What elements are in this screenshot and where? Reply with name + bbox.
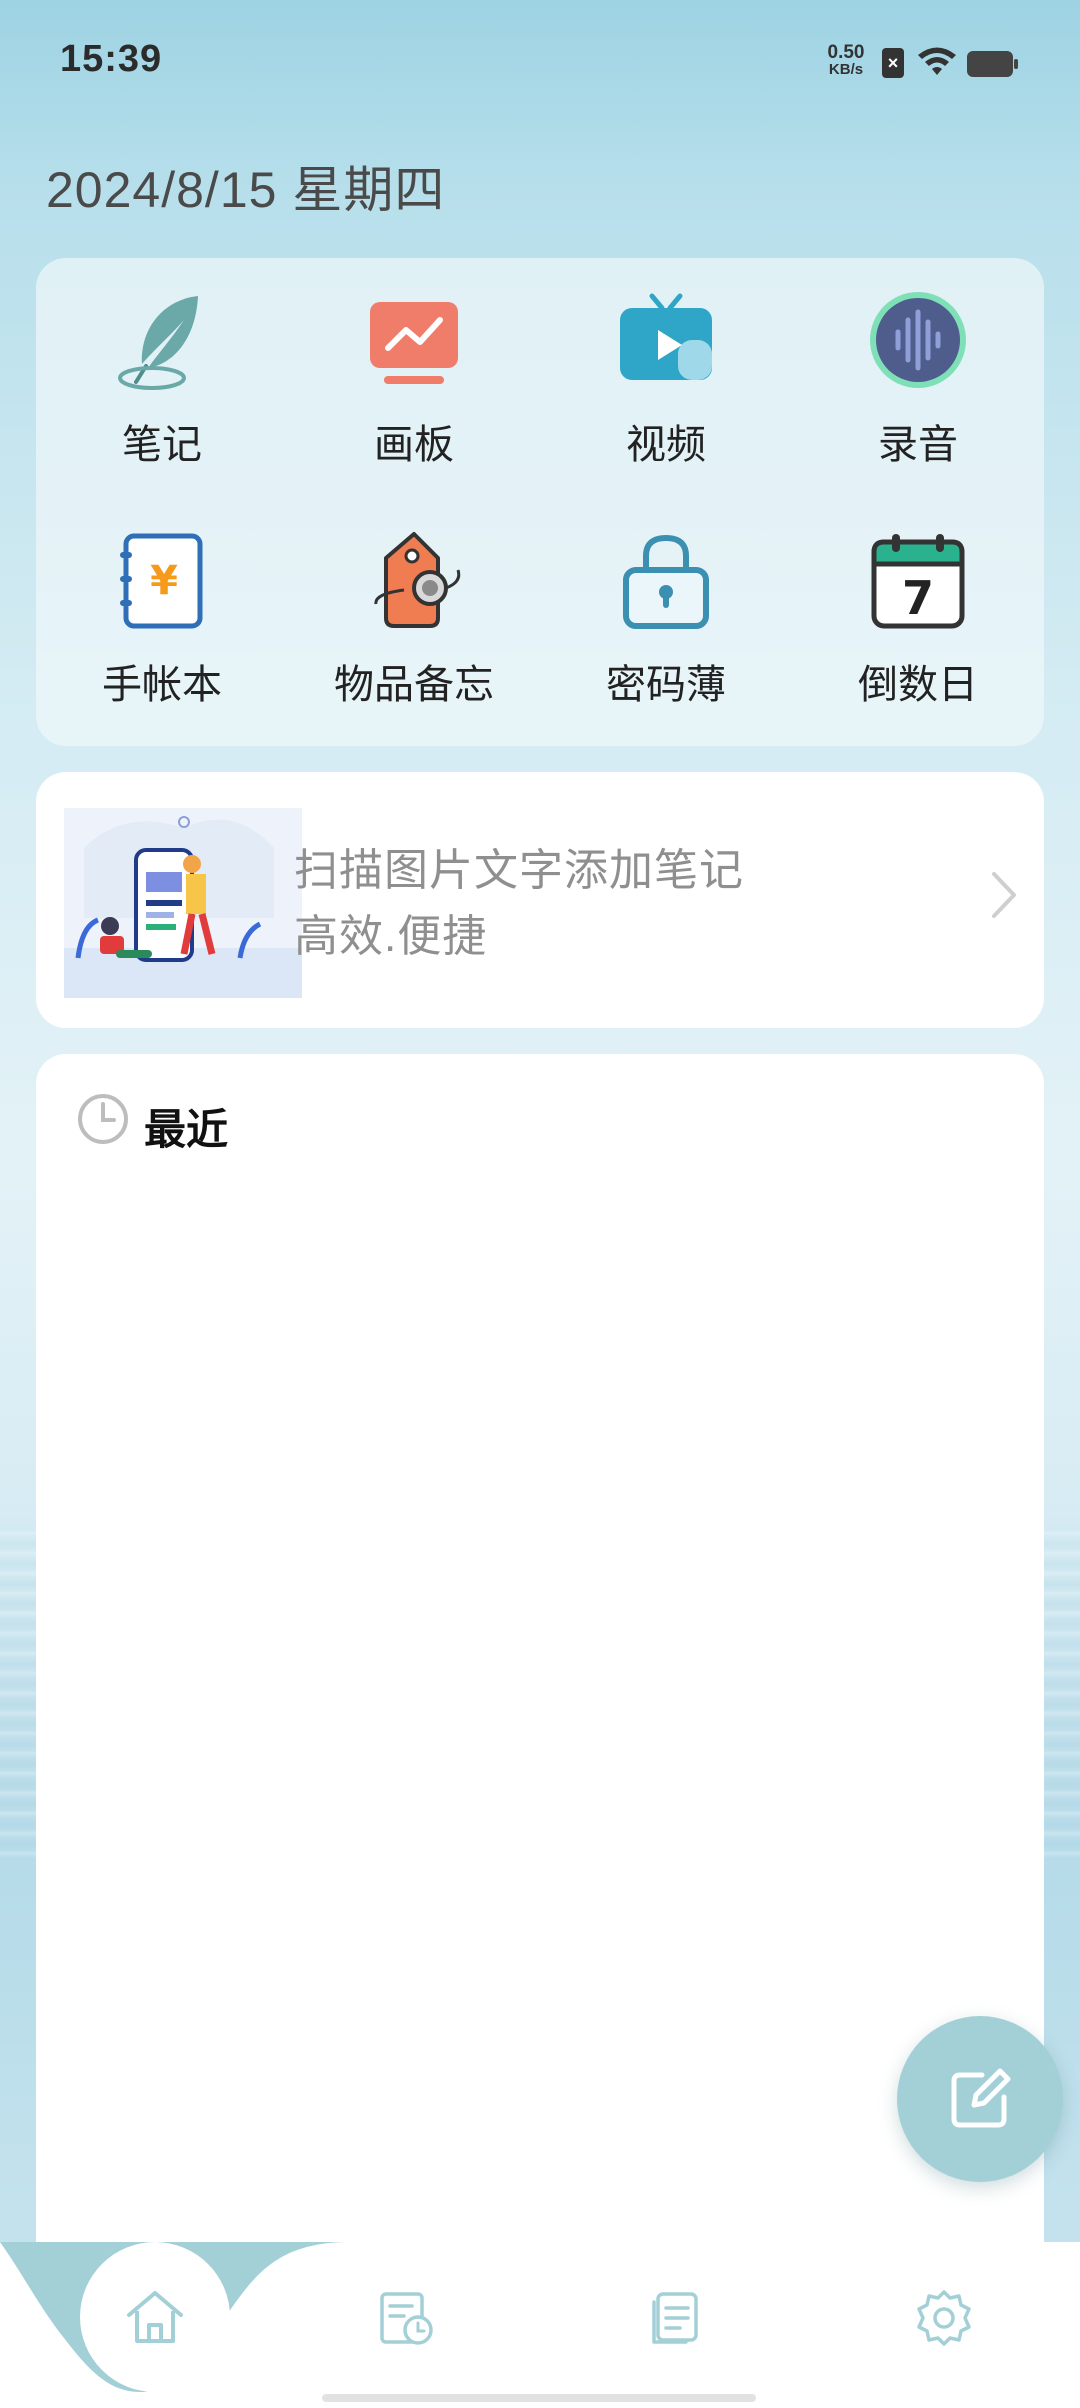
app-label: 倒数日 (858, 663, 978, 707)
home-icon (127, 2291, 183, 2343)
status-time: 15:39 (60, 38, 163, 80)
nav-home[interactable] (80, 2242, 230, 2392)
app-label: 物品备忘 (334, 663, 494, 707)
app-countdown[interactable]: 7 倒数日 (792, 510, 1044, 710)
app-label: 视频 (626, 423, 706, 467)
app-label: 笔记 (122, 423, 202, 467)
app-notes[interactable]: 笔记 (36, 270, 288, 470)
app-journal[interactable]: ¥ 手帐本 (36, 510, 288, 710)
network-speed-unit: KB/s (828, 61, 864, 78)
nav-settings[interactable] (884, 2258, 1004, 2378)
scan-banner-subtitle: 高效.便捷 (294, 912, 488, 961)
wifi-icon (918, 47, 956, 75)
lock-icon (623, 534, 709, 629)
nav-reminders[interactable] (346, 2258, 466, 2378)
status-bar: 15:39 0.50 KB/s × (0, 0, 1080, 120)
reminder-icon (380, 2292, 433, 2345)
app-label: 密码薄 (606, 663, 726, 707)
edit-icon (951, 2068, 1011, 2128)
network-speed-value: 0.50 (827, 42, 865, 63)
document-icon (652, 2292, 698, 2344)
scan-illustration-image (64, 808, 302, 998)
calendar-day-number: 7 (902, 571, 934, 625)
new-note-button[interactable] (897, 2016, 1063, 2182)
app-item-memo[interactable]: 物品备忘 (288, 510, 540, 710)
chevron-right-icon (992, 872, 1016, 918)
app-label: 手帐本 (102, 663, 222, 707)
app-recording[interactable]: 录音 (792, 270, 1044, 470)
voice-wave-icon (870, 292, 966, 388)
battery-icon (967, 51, 1018, 77)
app-label: 录音 (878, 423, 958, 467)
app-drawing-board[interactable]: 画板 (288, 270, 540, 470)
scan-image-banner[interactable]: 扫描图片文字添加笔记 高效.便捷 (36, 772, 1044, 1028)
apps-grid: 笔记 画板 视频 录音 ¥ 手帐本 物品备忘 密码薄 7 倒数日 (36, 258, 1044, 746)
date-heading: 2024/8/15 星期四 (46, 162, 446, 218)
no-sim-icon: × (882, 48, 904, 78)
drawing-board-icon (370, 302, 458, 384)
tag-icon (374, 532, 461, 628)
tv-video-icon (620, 293, 712, 380)
nav-documents[interactable] (614, 2258, 734, 2378)
app-label: 画板 (374, 423, 454, 467)
svg-text:¥: ¥ (150, 558, 178, 604)
app-passwords[interactable]: 密码薄 (540, 510, 792, 710)
clock-icon (78, 1094, 128, 1144)
yen-notebook-icon: ¥ (120, 533, 203, 629)
app-video[interactable]: 视频 (540, 270, 792, 470)
calendar-icon: 7 (871, 534, 965, 629)
settings-icon (917, 2290, 971, 2346)
scan-banner-title: 扫描图片文字添加笔记 (294, 846, 744, 895)
recent-section: 最近 (36, 1054, 1044, 2408)
feather-icon (118, 296, 198, 390)
network-speed: 0.50 KB/s (820, 42, 872, 78)
recent-title: 最近 (144, 1106, 229, 1153)
home-indicator[interactable] (322, 2394, 756, 2402)
